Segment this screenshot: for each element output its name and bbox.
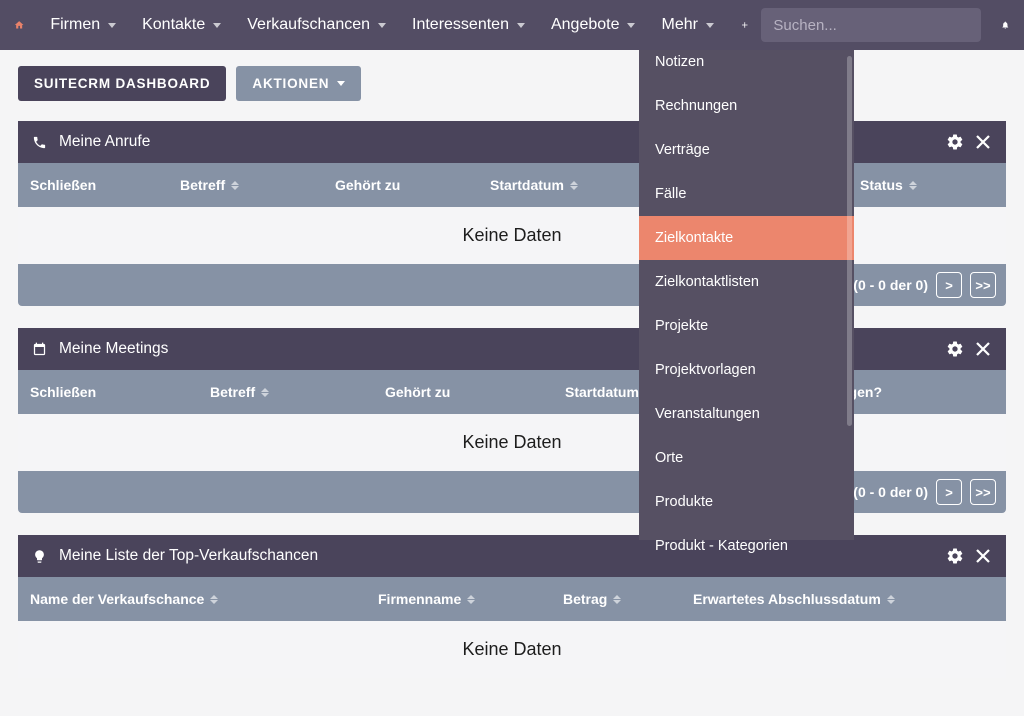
sort-icon [261,388,269,397]
pager-next[interactable]: > [936,272,962,298]
close-icon[interactable] [974,340,992,358]
phone-icon [32,135,47,150]
nav-label: Interessenten [412,16,509,34]
pager-last[interactable]: >> [970,479,996,505]
pager-last[interactable]: >> [970,272,996,298]
sort-icon [467,595,475,604]
nav-angebote[interactable]: Angebote [541,0,646,50]
dropdown-item-produkt-kategorien[interactable]: Produkt - Kategorien [639,524,854,568]
col-firmenname[interactable]: Firmenname [378,591,563,607]
col-schliessen[interactable]: Schließen [30,384,210,400]
dropdown-item-zielkontakte[interactable]: Zielkontakte [639,216,854,260]
aktionen-label: AKTIONEN [252,76,329,91]
mehr-dropdown: Notizen Rechnungen Verträge Fälle Zielko… [639,50,854,540]
search-input[interactable] [773,17,972,34]
empty-message: Keine Daten [18,207,1006,264]
chevron-down-icon [627,23,635,28]
col-name[interactable]: Name der Verkaufschance [30,591,378,607]
dropdown-item-orte[interactable]: Orte [639,436,854,480]
dropdown-item-zielkontaktlisten[interactable]: Zielkontaktlisten [639,260,854,304]
col-status[interactable]: Status [860,177,994,193]
close-icon[interactable] [974,547,992,565]
col-betreff[interactable]: Betreff [210,384,385,400]
col-gehoertzu[interactable]: Gehört zu [335,177,490,193]
bell-icon[interactable] [1001,15,1010,35]
chevron-down-icon [213,23,221,28]
nav-mehr[interactable]: Mehr [651,0,723,50]
gear-icon[interactable] [946,133,964,151]
panel-header: Meine Meetings [18,328,1006,370]
panel-meetings: Meine Meetings Schließen Betreff Gehört … [18,328,1006,513]
col-schliessen[interactable]: Schließen [30,177,180,193]
panel-footer: < (0 - 0 der 0) > >> [18,264,1006,306]
nav-label: Firmen [50,16,100,34]
chevron-down-icon [108,23,116,28]
panel-header: Meine Anrufe [18,121,1006,163]
col-betrag[interactable]: Betrag [563,591,693,607]
nav-label: Angebote [551,16,620,34]
panel-opportunities: Meine Liste der Top-Verkaufschancen Name… [18,535,1006,678]
nav-firmen[interactable]: Firmen [40,0,126,50]
column-header-row: Schließen Betreff Gehört zu Startdatum t… [18,370,1006,414]
sort-icon [210,595,218,604]
empty-message: Keine Daten [18,414,1006,471]
dropdown-item-projekte[interactable]: Projekte [639,304,854,348]
sort-icon [570,181,578,190]
sort-icon [887,595,895,604]
aktionen-button[interactable]: AKTIONEN [236,66,361,101]
dropdown-item-faelle[interactable]: Fälle [639,172,854,216]
panel-footer: < (0 - 0 der 0) > >> [18,471,1006,513]
chevron-down-icon [517,23,525,28]
panel-header: Meine Liste der Top-Verkaufschancen [18,535,1006,577]
nav-interessenten[interactable]: Interessenten [402,0,535,50]
sort-icon [909,181,917,190]
main-content: SUITECRM DASHBOARD AKTIONEN Meine Anrufe… [0,50,1024,716]
pager-next[interactable]: > [936,479,962,505]
calendar-icon [32,342,47,357]
dropdown-item-rechnungen[interactable]: Rechnungen [639,84,854,128]
sort-icon [613,595,621,604]
plus-icon[interactable] [740,14,749,36]
col-betreff[interactable]: Betreff [180,177,335,193]
nav-label: Verkaufschancen [247,16,370,34]
top-nav: Firmen Kontakte Verkaufschancen Interess… [0,0,1024,50]
lightbulb-icon [32,549,47,564]
search-box[interactable] [761,8,981,42]
nav-verkaufschancen[interactable]: Verkaufschancen [237,0,396,50]
dropdown-item-projektvorlagen[interactable]: Projektvorlagen [639,348,854,392]
home-icon[interactable] [14,13,24,37]
scrollbar[interactable] [847,56,852,426]
chevron-down-icon [706,23,714,28]
col-abschlussdatum[interactable]: Erwartetes Abschlussdatum [693,591,994,607]
sort-icon [231,181,239,190]
panel-calls: Meine Anrufe Schließen Betreff Gehört zu… [18,121,1006,306]
pager-info: (0 - 0 der 0) [853,484,928,500]
gear-icon[interactable] [946,547,964,565]
dashboard-button[interactable]: SUITECRM DASHBOARD [18,66,226,101]
gear-icon[interactable] [946,340,964,358]
pager-info: (0 - 0 der 0) [853,277,928,293]
nav-label: Mehr [661,16,697,34]
close-icon[interactable] [974,133,992,151]
column-header-row: Name der Verkaufschance Firmenname Betra… [18,577,1006,621]
col-bestaetigen[interactable]: tigen? [840,384,994,400]
chevron-down-icon [378,23,386,28]
dropdown-item-notizen[interactable]: Notizen [639,50,854,84]
col-gehoertzu[interactable]: Gehört zu [385,384,565,400]
nav-kontakte[interactable]: Kontakte [132,0,231,50]
nav-label: Kontakte [142,16,205,34]
chevron-down-icon [337,81,345,86]
dropdown-item-produkte[interactable]: Produkte [639,480,854,524]
column-header-row: Schließen Betreff Gehört zu Startdatum S… [18,163,1006,207]
action-row: SUITECRM DASHBOARD AKTIONEN [18,66,1006,101]
dropdown-item-veranstaltungen[interactable]: Veranstaltungen [639,392,854,436]
dropdown-item-vertraege[interactable]: Verträge [639,128,854,172]
